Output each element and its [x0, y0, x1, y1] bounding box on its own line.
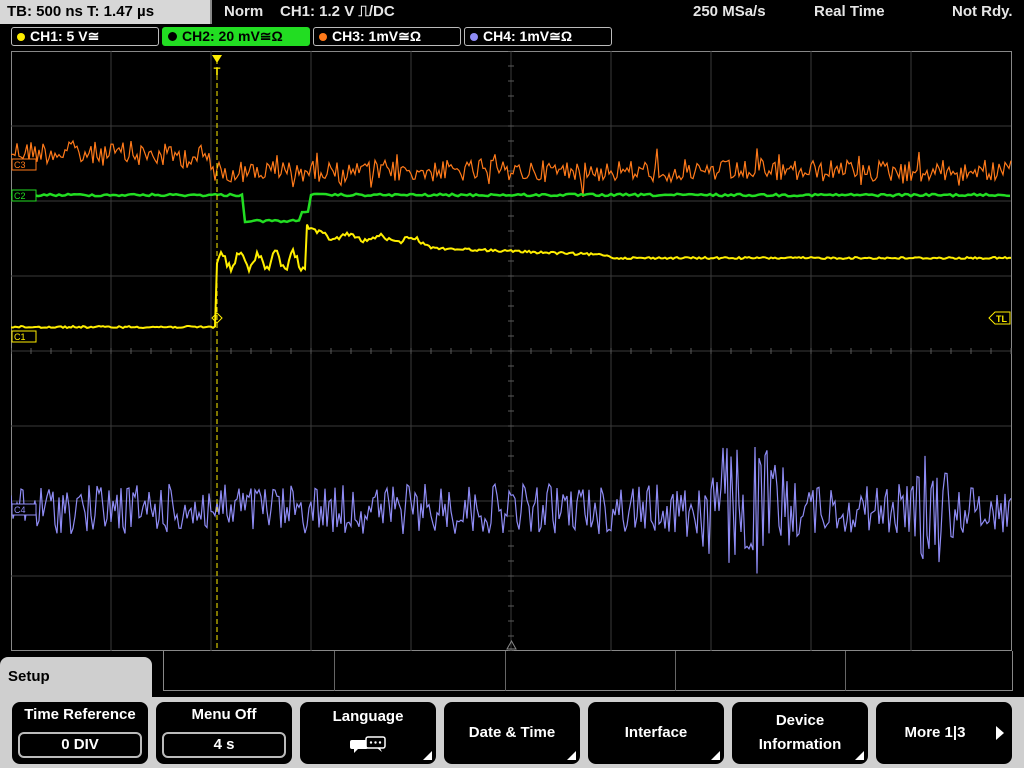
device-information-softkey[interactable]: Device Information — [730, 700, 870, 766]
trigger-mode[interactable]: Norm — [224, 0, 263, 24]
ch1-color-icon — [17, 33, 25, 41]
ch2-offset-marker[interactable]: C2 — [11, 189, 37, 202]
c4-marker-label: C4 — [14, 505, 26, 515]
submenu-indicator-icon — [711, 751, 720, 760]
menu-off-softkey[interactable]: Menu Off 4 s — [154, 700, 294, 766]
language-label: Language — [332, 708, 404, 725]
ch4-label: CH4: 1mV≅Ω — [483, 28, 573, 44]
date-time-softkey[interactable]: Date & Time — [442, 700, 582, 766]
language-softkey[interactable]: Language — [298, 700, 438, 766]
sample-rate: 250 MSa/s — [693, 3, 766, 20]
menu-off-value[interactable]: 4 s — [162, 732, 286, 758]
ch2-label: CH2: 20 mV≅Ω — [182, 28, 283, 44]
submenu-indicator-icon — [855, 751, 864, 760]
c2-marker-label: C2 — [14, 191, 26, 201]
channel-tab-ch3[interactable]: CH3: 1mV≅Ω — [313, 27, 461, 46]
trigger-status: Not Rdy. — [952, 3, 1013, 20]
menu-off-label: Menu Off — [191, 706, 257, 723]
acquisition-mode: Real Time — [814, 3, 885, 20]
submenu-indicator-icon — [567, 751, 576, 760]
trigger-position-label: T — [214, 66, 221, 78]
c1-marker-label: C1 — [14, 332, 26, 342]
interface-softkey[interactable]: Interface — [586, 700, 726, 766]
channel-tab-ch1[interactable]: CH1: 5 V≅ — [11, 27, 159, 46]
more-softkey[interactable]: More 1|3 — [874, 700, 1014, 766]
time-reference-value[interactable]: 0 DIV — [18, 732, 142, 758]
channel-tab-ch2[interactable]: CH2: 20 mV≅Ω — [162, 27, 310, 46]
device-information-label-2: Information — [758, 736, 842, 753]
ch2-color-icon — [168, 32, 177, 41]
ch4-offset-marker[interactable]: C4 — [11, 503, 37, 516]
info-panel — [163, 651, 1013, 691]
scope-grid: T C3 C2 C1 C4 TL — [11, 51, 1012, 651]
trigger-readout[interactable]: CH1: 1.2 V ⎍/DC — [280, 0, 395, 24]
ch3-offset-marker[interactable]: C3 — [11, 158, 37, 171]
ch3-color-icon — [319, 33, 327, 41]
ch1-label: CH1: 5 V≅ — [30, 28, 100, 44]
ch1-offset-marker[interactable]: C1 — [11, 330, 37, 343]
next-page-icon — [996, 726, 1004, 740]
time-reference-label: Time Reference — [24, 706, 136, 723]
time-reference-softkey[interactable]: Time Reference 0 DIV — [10, 700, 150, 766]
interface-label: Interface — [624, 724, 688, 741]
submenu-indicator-icon — [423, 751, 432, 760]
trigger-level-label: TL — [996, 314, 1007, 324]
timebase-readout[interactable]: TB: 500 ns T: 1.47 µs — [0, 0, 212, 24]
ch4-color-icon — [470, 33, 478, 41]
device-information-label-1: Device — [775, 712, 825, 729]
menu-title-tab: Setup — [0, 657, 152, 697]
channel-tab-ch4[interactable]: CH4: 1mV≅Ω — [464, 27, 612, 46]
more-label: More 1|3 — [904, 724, 966, 741]
waveform-display[interactable]: T C3 C2 C1 C4 TL — [11, 51, 1012, 651]
status-bar: TB: 500 ns T: 1.47 µs Norm CH1: 1.2 V ⎍/… — [0, 0, 1024, 24]
ch3-label: CH3: 1mV≅Ω — [332, 28, 422, 44]
c3-marker-label: C3 — [14, 160, 26, 170]
language-icon — [350, 736, 386, 753]
date-time-label: Date & Time — [468, 724, 556, 741]
